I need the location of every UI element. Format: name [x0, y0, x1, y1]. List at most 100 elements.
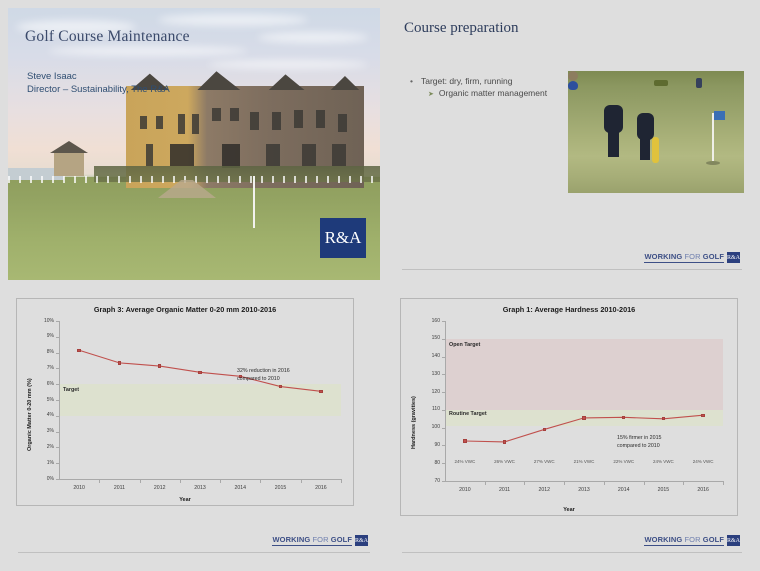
y-tick-label: 9% [46, 333, 54, 340]
annotation-line: 15% firmer in 2015 [617, 434, 662, 441]
far-object-person [696, 78, 702, 88]
x-axis-line [445, 481, 723, 482]
x-tick-label: 2010 [459, 487, 471, 493]
pin-stick [712, 113, 714, 161]
y-tick-label: 10% [43, 317, 54, 324]
data-point [502, 440, 507, 444]
x-tick [603, 481, 605, 485]
slide-deck: Golf Course Maintenance Steve Isaac Dire… [0, 0, 760, 571]
annotation-line: compared to 2010 [617, 442, 660, 449]
wfg-wordmark: WORKING FOR GOLF [644, 535, 724, 546]
far-object-mower [654, 80, 668, 86]
graph3-plot: Target 0% 1% 2% 3% 4% 5% 6% 7% 8% 9% 10% 2010 2011 201… [44, 318, 342, 491]
wfg-ra-badge: R&A [727, 252, 740, 263]
slide2-title: Course preparation [404, 20, 519, 36]
y-tick-label: 8% [46, 349, 54, 356]
x-tick [564, 481, 566, 485]
data-point [198, 370, 202, 375]
x-tick-label: 2013 [578, 487, 590, 493]
y-tick-label: 70 [434, 477, 440, 484]
data-point [319, 389, 323, 393]
data-point [622, 415, 626, 420]
x-tick-label: 2014 [234, 485, 247, 491]
annotation-line: compared to 2010 [237, 375, 280, 382]
x-tick-label: 2013 [194, 485, 206, 491]
y-tick-label: 1% [46, 459, 54, 466]
data-point [278, 384, 283, 389]
y-tick-label: 110 [432, 406, 440, 413]
x-tick-label: 2011 [113, 485, 125, 491]
x-tick [643, 481, 645, 485]
slide-graph1[interactable]: Graph 1: Average Hardness 2010-2016 Open… [392, 292, 752, 563]
x-tick-label: 2012 [538, 487, 551, 493]
slide2-footer-rule [402, 269, 742, 270]
wfg-ra-badge: R&A [355, 535, 368, 546]
x-axis-line [59, 479, 341, 480]
slide-title[interactable]: Golf Course Maintenance Steve Isaac Dire… [8, 8, 380, 280]
graph3-xaxis-title: Year [179, 497, 191, 503]
presenter-name: Steve Isaac [27, 71, 77, 82]
slide2-bullet-list: Target: dry, firm, running Organic matte… [410, 76, 590, 98]
x-tick [723, 481, 724, 485]
person-torso-left [604, 105, 623, 133]
graph1-chart-area: Graph 1: Average Hardness 2010-2016 Open… [400, 298, 738, 516]
y-tick-label: 90 [434, 441, 440, 448]
working-for-golf-logo: WORKING FOR GOLF R&A [644, 535, 740, 546]
working-for-golf-logo: WORKING FOR GOLF R&A [272, 535, 368, 546]
x-tick-label: 2015 [274, 485, 287, 491]
x-tick [484, 481, 486, 485]
slide4-footer-rule [402, 552, 742, 553]
x-tick [260, 479, 262, 483]
hole-shadow [706, 161, 720, 165]
y-tick-label: 150 [431, 335, 440, 342]
data-point [117, 361, 122, 365]
bullet-level1: Target: dry, firm, running [410, 76, 590, 86]
x-tick-label: 2016 [697, 487, 709, 493]
x-tick-label: 2012 [153, 485, 166, 491]
data-point [661, 417, 666, 421]
x-tick [99, 479, 101, 483]
chart-annotation: 32% reduction in 2016 compared to 2010 [237, 367, 290, 383]
chart-annotation: 15% firmer in 2015 compared to 2010 [617, 434, 661, 450]
graph1-plot: Open Target Routine Target 70 80 90 100 110 120… [432, 318, 724, 493]
y-tick-label: 0% [46, 475, 54, 482]
person-head-left [568, 71, 578, 81]
graph3-chart-area: Graph 3: Average Organic Matter 0-20 mm … [16, 298, 354, 506]
y-tick-label: 140 [431, 353, 440, 360]
y-tick-label: 160 [431, 317, 440, 324]
data-point [463, 439, 467, 443]
x-tick [179, 479, 181, 483]
working-for-golf-logo: WORKING FOR GOLF R&A [644, 252, 740, 263]
slide1-presenter-block: Steve Isaac Director – Sustainability, T… [27, 70, 170, 96]
x-tick [220, 479, 222, 483]
wfg-ra-badge: R&A [727, 535, 740, 546]
x-tick-label: 2015 [657, 487, 670, 493]
y-tick-label: 120 [431, 388, 440, 395]
x-tick [300, 479, 302, 483]
data-point [582, 416, 586, 420]
slide-graph3[interactable]: Graph 3: Average Organic Matter 0-20 mm … [8, 292, 380, 563]
graph1-xaxis-title: Year [563, 507, 575, 513]
annotation-line: 32% reduction in 2016 [237, 367, 290, 374]
y-tick [442, 481, 445, 482]
pin-flag [714, 111, 725, 120]
wfg-wordmark: WORKING FOR GOLF [272, 535, 352, 546]
slide-course-preparation[interactable]: Course preparation Target: dry, firm, ru… [392, 8, 752, 280]
x-tick [524, 481, 526, 485]
series-line [464, 414, 704, 443]
data-point [542, 427, 546, 432]
x-tick-label: 2010 [73, 485, 85, 491]
slide1-title: Golf Course Maintenance [25, 28, 190, 45]
ra-logo: R&A [320, 218, 366, 258]
x-tick [683, 481, 685, 485]
slide3-footer-rule [18, 552, 370, 553]
y-tick-label: 100 [431, 424, 440, 431]
graph3-title: Graph 3: Average Organic Matter 0-20 mm … [93, 305, 277, 314]
y-tick [56, 479, 59, 480]
data-point [158, 364, 162, 368]
person-cap-right [568, 81, 578, 90]
x-tick-label: 2011 [498, 487, 511, 493]
flagstick [253, 176, 255, 228]
yellow-measuring-device [652, 137, 659, 163]
presenter-role: Director – Sustainability, The R&A [27, 84, 170, 95]
